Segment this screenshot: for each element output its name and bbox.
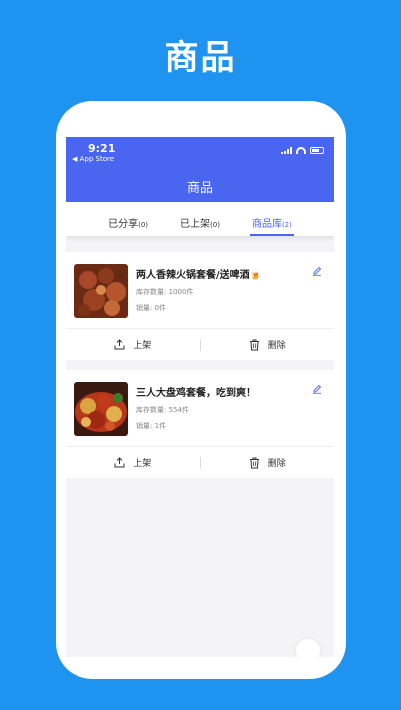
product-image-chicken — [74, 382, 128, 436]
trash-icon — [249, 339, 259, 350]
tab-shared-count: (0) — [138, 221, 149, 229]
sales-value: 0件 — [154, 304, 167, 312]
tab-listed-label: 已上架 — [180, 219, 211, 230]
sales-label: 销量: — [136, 304, 153, 312]
battery-icon — [310, 147, 324, 154]
delete-label: 删除 — [267, 341, 286, 351]
stock-label: 库存数量: — [136, 288, 167, 296]
trash-icon — [249, 457, 259, 468]
upload-icon — [114, 457, 125, 468]
stock-label: 库存数量: — [136, 406, 167, 414]
shelve-button[interactable]: 上架 — [66, 338, 200, 351]
status-icons — [281, 147, 324, 154]
page-title: 商品 — [186, 181, 213, 196]
phone-frame: 9:21 ◀ App Store 商品 已分享(0) 已上架(0) 商品库(2) — [56, 101, 346, 679]
promo-title: 商品 — [164, 38, 237, 78]
signal-icon — [281, 147, 292, 154]
product-sales: 销量: 0件 — [136, 303, 326, 313]
shelve-label: 上架 — [133, 459, 152, 469]
back-to-app-store[interactable]: ◀ App Store — [72, 155, 114, 163]
app-header: 9:21 ◀ App Store 商品 — [66, 137, 334, 202]
floating-button[interactable] — [296, 639, 320, 657]
delete-button[interactable]: 删除 — [201, 456, 335, 469]
product-actions: 上架 删除 — [66, 446, 334, 478]
wifi-icon — [296, 147, 306, 154]
product-card[interactable]: 三人大盘鸡套餐，吃到爽！ 库存数量: 554件 销量: 1件 上架 删除 — [66, 370, 334, 478]
product-stock: 库存数量: 1000件 — [136, 287, 326, 297]
tab-shadow — [66, 236, 334, 242]
tab-library-label: 商品库 — [251, 219, 282, 230]
shelve-label: 上架 — [133, 341, 152, 351]
edit-icon[interactable] — [312, 266, 322, 276]
tab-library-count: (2) — [281, 221, 292, 229]
delete-button[interactable]: 删除 — [201, 338, 335, 351]
tab-listed-count: (0) — [210, 221, 220, 229]
stock-value: 554件 — [168, 406, 189, 414]
product-image-hotpot — [74, 264, 128, 318]
upload-icon — [114, 339, 125, 350]
stock-value: 1000件 — [168, 288, 194, 296]
status-time: 9:21 — [88, 142, 116, 155]
product-card[interactable]: 两人香辣火锅套餐/送啤酒🍺 库存数量: 1000件 销量: 0件 上架 删除 — [66, 252, 334, 360]
tab-product-library[interactable]: 商品库(2) — [249, 215, 294, 236]
tab-listed[interactable]: 已上架(0) — [178, 215, 222, 230]
product-name: 三人大盘鸡套餐，吃到爽！ — [136, 388, 256, 399]
product-sales: 销量: 1件 — [136, 421, 326, 431]
product-stock: 库存数量: 554件 — [136, 405, 326, 415]
app-screen: 9:21 ◀ App Store 商品 已分享(0) 已上架(0) 商品库(2) — [66, 137, 334, 657]
edit-icon[interactable] — [312, 384, 322, 394]
tab-shared-label: 已分享 — [108, 219, 139, 230]
sales-label: 销量: — [136, 422, 153, 430]
shelve-button[interactable]: 上架 — [66, 456, 200, 469]
sales-value: 1件 — [154, 422, 167, 430]
product-actions: 上架 删除 — [66, 328, 334, 360]
product-name: 两人香辣火锅套餐/送啤酒🍺 — [136, 270, 263, 281]
tab-bar: 已分享(0) 已上架(0) 商品库(2) — [66, 202, 334, 236]
tab-shared[interactable]: 已分享(0) — [106, 215, 150, 230]
delete-label: 删除 — [267, 459, 286, 469]
